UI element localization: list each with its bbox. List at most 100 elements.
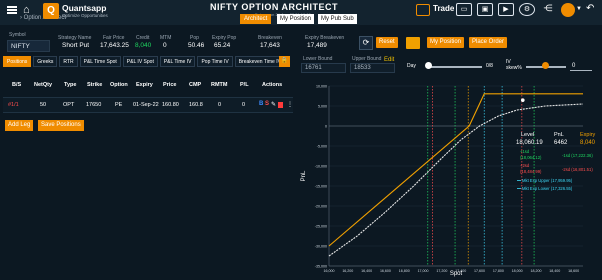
sd2-neg-label: -2sd (16,801.51) (562, 167, 593, 172)
expiry-breakeven-value: 17,489 (307, 42, 327, 49)
col-header-bs: B/S (12, 82, 22, 88)
analysis-tabs: Positions Greeks RTR P&L Time Spot P&L I… (3, 56, 287, 67)
logo-tagline: Optimize Opportunities (62, 13, 108, 18)
avatar[interactable] (561, 3, 575, 17)
x-tick-label: 16,400 (361, 269, 372, 273)
y-tick-label: 0 (325, 125, 327, 129)
y-tick-label: -15,000 (315, 185, 327, 189)
trade-label[interactable]: Trade (433, 4, 454, 13)
tab-my-pub-sub[interactable]: My Pub Sub (318, 14, 357, 24)
row-bs: #1/1 (8, 102, 19, 108)
tab-rtr[interactable]: RTR (59, 56, 78, 67)
save-positions-button[interactable]: Save Positions (38, 120, 84, 131)
row-cmp: 160.8 (189, 102, 203, 108)
tab-pop-time-iv[interactable]: Pop Time IV (197, 56, 233, 67)
symbol-input[interactable]: NIFTY (7, 40, 50, 52)
sell-action-icon[interactable]: S (265, 101, 269, 107)
expiry-pop-value: 65.24 (214, 42, 231, 49)
credit-value: 8,040 (135, 42, 152, 49)
x-tick-label: 17,800 (493, 269, 504, 273)
trade-icon[interactable] (416, 4, 430, 16)
place-order-button[interactable]: Place Order (469, 37, 508, 48)
day-slider-knob[interactable] (425, 62, 432, 69)
day-label: Day (407, 63, 416, 69)
x-tick-label: 16,600 (380, 269, 391, 273)
logo-name: Quantsapp (62, 3, 107, 13)
day-slider-track[interactable] (426, 66, 482, 68)
y-tick-label: -30,000 (315, 245, 327, 249)
calculator-icon[interactable] (406, 37, 420, 49)
y-tick-label: -25,000 (315, 225, 327, 229)
tab-pl-time-iv[interactable]: P&L Time IV (159, 56, 196, 67)
sd1-pos-label: +1sd (520, 149, 530, 154)
tab-greeks[interactable]: Greeks (33, 56, 58, 67)
col-header-strike: Strike (87, 82, 103, 88)
chevron-down-icon[interactable]: ▼ (576, 6, 582, 12)
tab-pl-iv-spot[interactable]: P&L IV Spot (122, 56, 158, 67)
share-icon[interactable]: ⋲ (540, 3, 556, 16)
refresh-icon[interactable]: ⟳ (359, 36, 373, 50)
tab-positions[interactable]: Positions (3, 56, 32, 67)
page-title: NIFTY OPTION ARCHITECT (210, 2, 338, 12)
level-value: 18,060.19 (516, 140, 543, 146)
video-icon[interactable]: ▶ (498, 3, 514, 16)
row-option: PE (115, 102, 123, 108)
reset-button[interactable]: Reset (376, 37, 398, 48)
add-leg-button[interactable]: Add Leg (5, 120, 34, 131)
menu-icon[interactable] (7, 6, 17, 14)
row-pl: 0 (242, 102, 246, 108)
y-tick-label: -10,000 (315, 165, 327, 169)
iv-skew-input[interactable]: 0 (570, 61, 592, 71)
cursor-dot (520, 98, 525, 102)
buy-action-icon[interactable]: B (259, 101, 263, 107)
upper-bound-input[interactable]: 18533 (350, 63, 395, 73)
x-tick-label: 17,600 (474, 269, 485, 273)
day-value: 0/8 (486, 63, 493, 69)
lower-bound-input[interactable]: 16761 (301, 63, 346, 73)
pnl-label: PnL (554, 132, 564, 138)
pop-label: Pop (190, 35, 199, 41)
tab-architect[interactable]: Architect (240, 14, 272, 24)
lower-bound-label: Lower Bound (303, 56, 333, 62)
strategy-name-label: Strategy Name (58, 35, 92, 41)
back-arrow-icon[interactable]: ↶ (586, 3, 594, 14)
tab-pl-time-spot[interactable]: P&L Time Spot (79, 56, 121, 67)
y-tick-label: 10,000 (316, 85, 327, 89)
row-type: OPT (63, 102, 75, 108)
settings-icon[interactable]: ⚙ (519, 3, 535, 16)
y-axis-label: PnL (301, 170, 307, 181)
more-icon[interactable]: ⋮ (287, 101, 293, 108)
mkt-upper-label: Mkt Exp Upper (17,959.95) (522, 178, 573, 183)
col-header-option: Option (110, 82, 128, 88)
x-tick-label: 16,800 (399, 269, 410, 273)
col-header-price: Price (163, 82, 177, 88)
mtm-label: MTM (160, 35, 172, 41)
y-tick-label: -20,000 (315, 205, 327, 209)
y-tick-label: -5,000 (317, 145, 327, 149)
col-header-pl: P/L (240, 82, 249, 88)
fair-price-value: 17,643.25 (100, 42, 129, 49)
lock-icon[interactable]: 🔒 (279, 56, 290, 67)
tab-breakeven-time-iv[interactable]: Breakeven Time IV (234, 56, 285, 67)
upper-bound-label: Upper Bound (352, 56, 382, 62)
edit-icon[interactable]: ✎ (271, 101, 276, 108)
breakeven-value: 17,643 (260, 42, 280, 49)
row-price: 160.80 (162, 102, 179, 108)
my-position-button[interactable]: My Position (427, 37, 465, 48)
row-expiry: 01-Sep-22 (133, 102, 159, 108)
mkt-lower-label: Mkt Exp Lower (17,326.55) (522, 186, 573, 191)
edit-bounds-link[interactable]: Edit (384, 57, 394, 63)
tab-my-position[interactable]: My Position (277, 14, 315, 24)
image-icon[interactable]: ▣ (477, 3, 493, 16)
col-header-type: Type (64, 82, 77, 88)
expiry-annot-label: Expiry (580, 132, 596, 138)
pnl-chart[interactable]: 10,000 5,000 0 -5,000 -10,000 -15,000 -20,000 -… (298, 78, 602, 280)
x-tick-label: 17,000 (418, 269, 429, 273)
pop-value: 50.46 (188, 42, 205, 49)
iv-slider-knob[interactable] (542, 62, 549, 69)
col-header-cmp: CMP (189, 82, 202, 88)
window-icon[interactable]: ▭ (456, 3, 472, 16)
iv-sub-label: skew% (506, 65, 522, 71)
sd1-pos-value: (18,064.12) (520, 155, 542, 160)
delete-icon[interactable] (278, 102, 283, 108)
